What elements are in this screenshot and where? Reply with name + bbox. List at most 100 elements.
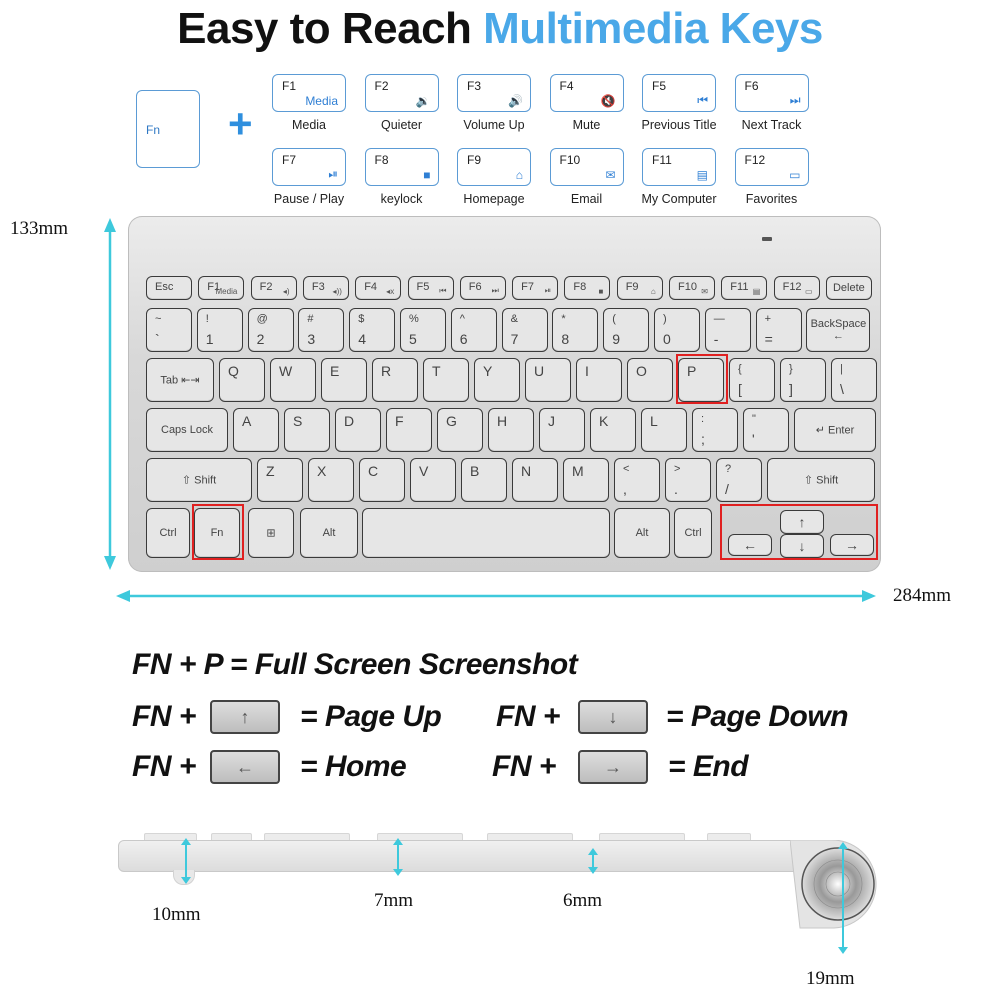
key[interactable]: B — [461, 458, 507, 502]
key[interactable]: Delete — [825, 276, 872, 300]
key[interactable]: F9 ⌂ — [616, 276, 663, 300]
key-primary: F10 — [678, 281, 697, 293]
key[interactable]: V — [410, 458, 456, 502]
key-label: Caps Lock — [161, 424, 213, 436]
key[interactable]: I — [576, 358, 622, 402]
key[interactable]: ~ ` — [146, 308, 192, 352]
key-primary: # — [307, 313, 314, 325]
key-secondary: 1 — [205, 331, 214, 347]
key[interactable]: {[ — [729, 358, 775, 402]
key[interactable]: ) 0 — [654, 308, 700, 352]
key[interactable]: F11 ▤ — [721, 276, 768, 300]
highlight-arrow-keys — [720, 504, 878, 560]
key[interactable]: Z — [257, 458, 303, 502]
key[interactable]: F3 ◂)) — [302, 276, 349, 300]
key[interactable]: ⇧ Shift — [767, 458, 875, 502]
volume-down-icon: 🔉 — [415, 94, 431, 108]
fkey-f12: F12 ▭ — [734, 148, 809, 186]
key-icon: ■ — [598, 287, 604, 296]
key[interactable]: % 5 — [400, 308, 446, 352]
key[interactable]: <, — [614, 458, 660, 502]
key[interactable]: S — [284, 408, 330, 452]
key-primary: R — [381, 363, 392, 379]
key[interactable]: F1 Media — [198, 276, 245, 300]
key[interactable]: * 8 — [552, 308, 599, 352]
key-label: ⊞ — [266, 527, 276, 540]
shortcut-prefix: FN + — [496, 700, 560, 733]
key[interactable]: (9 — [603, 308, 650, 352]
key[interactable]: A — [233, 408, 279, 452]
key[interactable]: ⊞ — [248, 508, 294, 558]
key-secondary: [ — [738, 381, 742, 397]
key[interactable]: X — [308, 458, 354, 502]
key[interactable]: K — [590, 408, 636, 452]
key[interactable]: F5 ⏮ — [407, 276, 454, 300]
key[interactable]: D — [335, 408, 381, 452]
shortcut-prefix: FN + — [132, 750, 196, 783]
key[interactable]: F12 ▭ — [773, 276, 820, 300]
key[interactable]: #3 — [298, 308, 345, 352]
key[interactable]: & 7 — [501, 308, 548, 352]
key-primary: — — [713, 313, 725, 325]
key[interactable]: ⇧ Shift — [146, 458, 252, 502]
key[interactable]: Q — [219, 358, 265, 402]
key[interactable]: N — [512, 458, 558, 502]
key[interactable]: O — [627, 358, 673, 402]
battery-roll-icon — [790, 840, 877, 929]
key[interactable]: T — [423, 358, 469, 402]
key[interactable]: Ctrl — [146, 508, 190, 558]
key-primary: A — [242, 413, 252, 429]
key[interactable]: H — [488, 408, 534, 452]
key[interactable]: Ctrl — [674, 508, 712, 558]
key[interactable]: F — [386, 408, 432, 452]
key[interactable]: F6 ⏭ — [459, 276, 506, 300]
fkey-caption: Previous Title — [641, 118, 717, 132]
key[interactable]: G — [437, 408, 483, 452]
key[interactable]: ? / — [716, 458, 762, 502]
key[interactable]: :; — [692, 408, 738, 452]
key[interactable]: J — [539, 408, 585, 452]
shortcut-result: = Page Up — [300, 700, 442, 733]
key[interactable]: $4 — [349, 308, 396, 352]
key[interactable]: | \ — [831, 358, 877, 402]
key[interactable]: M — [563, 458, 609, 502]
fkey-f2: F2 🔉 — [364, 74, 439, 112]
key-secondary: = — [764, 331, 773, 347]
key[interactable]: R — [372, 358, 418, 402]
key[interactable] — [362, 508, 610, 558]
key-primary: O — [636, 363, 647, 379]
key-primary: M — [572, 463, 584, 479]
fkey-label: F11 — [652, 153, 672, 167]
key[interactable]: Caps Lock — [146, 408, 228, 452]
key[interactable]: ^ 6 — [450, 308, 497, 352]
key[interactable]: Alt — [300, 508, 358, 558]
key[interactable]: — - — [704, 308, 751, 352]
key[interactable]: F8 ■ — [564, 276, 611, 300]
key[interactable]: >. — [665, 458, 711, 502]
key[interactable]: F2 ◂) — [250, 276, 297, 300]
key[interactable]: Tab ⇤⇥ — [146, 358, 214, 402]
key[interactable]: ↵ Enter — [794, 408, 876, 452]
key[interactable]: " ' — [743, 408, 789, 452]
key[interactable]: Y — [474, 358, 520, 402]
key[interactable]: ! 1 — [196, 308, 243, 352]
key-primary: F6 — [468, 281, 482, 293]
key[interactable]: }] — [780, 358, 826, 402]
key[interactable]: @2 — [247, 308, 294, 352]
key[interactable]: L — [641, 408, 687, 452]
key[interactable]: W — [270, 358, 316, 402]
key[interactable]: Alt — [614, 508, 670, 558]
key-primary: ? — [725, 463, 732, 475]
key[interactable]: E — [321, 358, 367, 402]
key[interactable]: F4 ◂x — [355, 276, 402, 300]
key[interactable]: F7 ⏯ — [512, 276, 559, 300]
key-primary: G — [446, 413, 457, 429]
key[interactable]: + = — [755, 308, 802, 352]
key[interactable]: U — [525, 358, 571, 402]
key[interactable]: C — [359, 458, 405, 502]
fkey-label: F1 — [282, 79, 297, 93]
key[interactable]: F10 ✉ — [669, 276, 715, 300]
key[interactable]: Esc — [146, 276, 192, 300]
key[interactable]: BackSpace ← — [806, 308, 871, 352]
key-primary: E — [330, 363, 340, 379]
